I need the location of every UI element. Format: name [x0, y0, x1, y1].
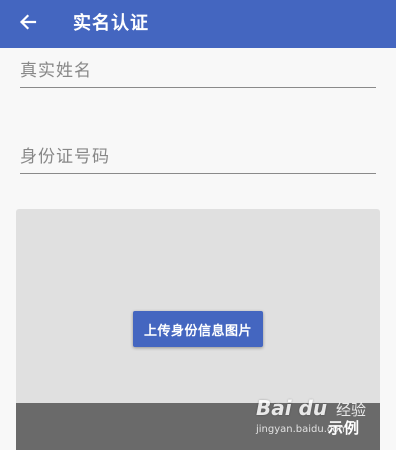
example-bar: 示例 [16, 403, 380, 450]
app-bar: 实名认证 [0, 0, 396, 48]
back-button[interactable] [14, 10, 42, 38]
app-screen: 实名认证 上传身份信息图片 示例 Bai du 经验 jingyan.baidu… [0, 0, 396, 450]
page-title: 实名认证 [73, 13, 149, 34]
id-number-input[interactable] [20, 144, 376, 174]
id-photo-upload-area[interactable]: 上传身份信息图片 示例 [16, 209, 380, 450]
example-label: 示例 [327, 419, 360, 437]
real-name-input[interactable] [20, 58, 376, 88]
arrow-left-icon [18, 12, 38, 36]
upload-id-image-button[interactable]: 上传身份信息图片 [133, 311, 263, 347]
